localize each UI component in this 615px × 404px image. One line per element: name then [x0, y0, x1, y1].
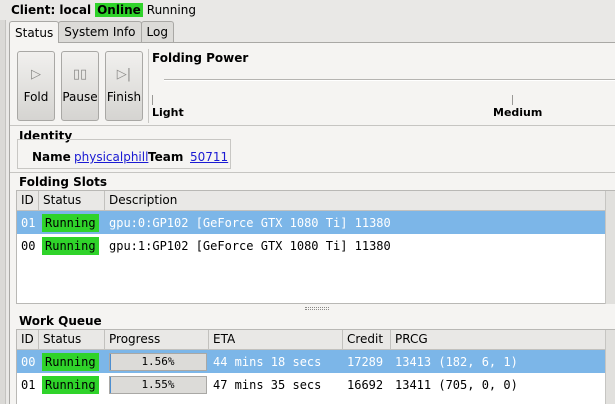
tab-log[interactable]: Log — [140, 21, 174, 42]
unit-progress-cell: 1.55% — [105, 375, 209, 394]
client-label: Client: local — [11, 3, 92, 17]
progress-bar: 1.55% — [109, 375, 207, 394]
pause-icon: ▯▯ — [72, 67, 88, 82]
fold-button[interactable]: ▷ Fold — [17, 51, 55, 121]
divider — [10, 125, 615, 126]
status-panel: ▷ Fold ▯▯ Pause ▷| Finish Folding Power … — [9, 42, 615, 404]
col-eta[interactable]: ETA — [209, 330, 343, 350]
power-light-label: Light — [152, 106, 184, 119]
name-label: Name — [32, 150, 71, 164]
online-badge: Online — [95, 3, 143, 17]
unit-prcg: 13411 (705, 0, 0) — [395, 377, 518, 392]
play-icon: ▷ — [31, 67, 41, 82]
folding-power-title: Folding Power — [152, 51, 249, 65]
pause-button[interactable]: ▯▯ Pause — [61, 51, 99, 121]
progress-text: 1.55% — [141, 377, 175, 391]
client-status-bar: Client: local Online Running — [0, 0, 615, 20]
slot-status-cell: Running — [39, 236, 105, 255]
col-status[interactable]: Status — [39, 330, 105, 350]
client-state: Running — [146, 3, 196, 17]
folding-power-slider[interactable] — [164, 79, 615, 81]
power-medium-label: Medium — [493, 106, 543, 119]
unit-eta: 47 mins 35 secs — [213, 377, 322, 392]
finish-label: Finish — [106, 90, 142, 104]
status-badge: Running — [42, 213, 99, 232]
col-description[interactable]: Description — [105, 191, 607, 211]
tab-status[interactable]: Status — [9, 21, 60, 43]
divider — [10, 172, 615, 173]
unit-progress-cell: 1.56% — [105, 352, 209, 371]
status-badge: Running — [42, 352, 99, 371]
status-badge: Running — [42, 375, 99, 394]
table-row[interactable]: 00 Running 1.56% 44 mins 18 secs 17289 1… — [17, 350, 615, 373]
work-queue-table: ID Status Progress ETA Credit PRCG 00 Ru… — [16, 329, 615, 404]
col-credit[interactable]: Credit — [343, 330, 391, 350]
col-id[interactable]: ID — [17, 330, 39, 350]
unit-credit: 16692 — [347, 377, 384, 392]
work-queue-title: Work Queue — [19, 314, 102, 328]
col-status[interactable]: Status — [39, 191, 105, 211]
status-badge: Running — [42, 236, 99, 255]
unit-credit: 17289 — [347, 354, 384, 369]
pause-label: Pause — [62, 90, 98, 104]
unit-id: 01 — [21, 377, 36, 392]
table-header: ID Status Progress ETA Credit PRCG — [17, 330, 615, 350]
slot-id: 01 — [21, 215, 36, 230]
folding-slots-title: Folding Slots — [19, 175, 107, 189]
team-label: Team — [148, 150, 184, 164]
table-row[interactable]: 01 Running gpu:0:GP102 [GeForce GTX 1080… — [17, 211, 615, 234]
unit-status-cell: Running — [39, 375, 105, 394]
table-header: ID Status Description — [17, 191, 615, 211]
folding-power-group: Folding Power Light Medium — [148, 49, 615, 123]
col-id[interactable]: ID — [17, 191, 39, 211]
slot-description: gpu:0:GP102 [GeForce GTX 1080 Ti] 11380 — [109, 215, 391, 230]
finish-icon: ▷| — [116, 67, 132, 82]
slot-description: gpu:1:GP102 [GeForce GTX 1080 Ti] 11380 — [109, 238, 391, 253]
col-progress[interactable]: Progress — [105, 330, 209, 350]
unit-prcg: 13413 (182, 6, 1) — [395, 354, 518, 369]
left-splitter[interactable] — [0, 20, 6, 404]
unit-status-cell: Running — [39, 352, 105, 371]
slots-scrollbar[interactable] — [605, 191, 615, 304]
col-prcg[interactable]: PRCG — [391, 330, 605, 350]
slot-status-cell: Running — [39, 213, 105, 232]
finish-button[interactable]: ▷| Finish — [105, 51, 143, 121]
slot-id: 00 — [21, 238, 36, 253]
slider-tick — [152, 95, 153, 105]
progress-text: 1.56% — [141, 354, 175, 368]
splitter-handle[interactable] — [305, 307, 329, 310]
queue-scrollbar[interactable] — [605, 330, 615, 404]
slider-tick — [512, 95, 513, 105]
unit-id: 00 — [21, 354, 36, 369]
folding-slots-table: ID Status Description 01 Running gpu:0:G… — [16, 190, 615, 304]
unit-eta: 44 mins 18 secs — [213, 354, 322, 369]
table-row[interactable]: 00 Running gpu:1:GP102 [GeForce GTX 1080… — [17, 234, 615, 257]
fold-label: Fold — [23, 90, 49, 104]
tab-system-info[interactable]: System Info — [58, 21, 142, 42]
table-row[interactable]: 01 Running 1.55% 47 mins 35 secs 16692 1… — [17, 373, 615, 396]
team-link[interactable]: 50711 — [190, 150, 228, 164]
name-link[interactable]: physicalphill — [74, 150, 148, 164]
tab-bar: Status System Info Log — [9, 21, 174, 43]
progress-bar: 1.56% — [109, 352, 207, 371]
